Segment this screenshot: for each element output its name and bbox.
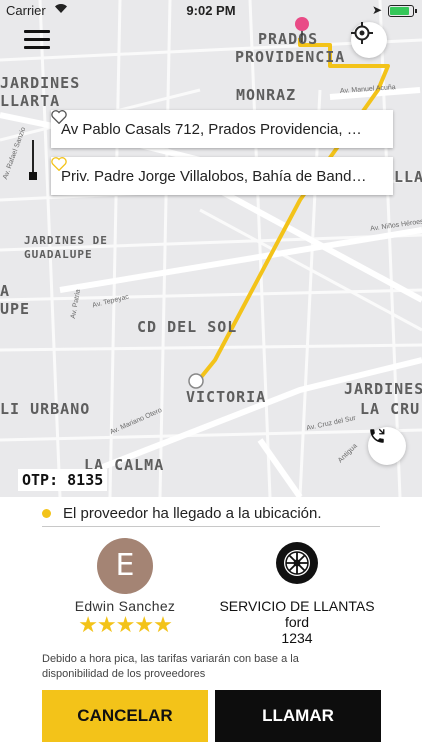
- map-label: LLARTA: [0, 92, 61, 110]
- map-label: LI URBANO: [0, 400, 91, 418]
- map-label: JARDINES: [344, 380, 422, 398]
- tire-icon: [276, 542, 318, 584]
- map-label: MONRAZ: [236, 86, 297, 104]
- trip-status-text: El proveedor ha llegado a la ubicación.: [63, 505, 322, 522]
- locate-button[interactable]: [351, 22, 387, 58]
- pickup-address-text: Av Pablo Casals 712, Prados Providencia,…: [61, 120, 383, 138]
- location-arrow-icon: ➤: [371, 3, 382, 17]
- trip-panel: El proveedor ha llegado a la ubicación. …: [0, 497, 422, 750]
- status-dot-icon: [42, 509, 51, 518]
- service-name: SERVICIO DE LLANTAS: [219, 598, 375, 614]
- service-card: SERVICIO DE LLANTAS ford 1234: [208, 541, 386, 646]
- otp-code: OTP: 8135: [18, 469, 108, 491]
- dropoff-address-field[interactable]: Priv. Padre Jorge Villalobos, Bahía de B…: [51, 157, 393, 195]
- map-label: UPE: [0, 300, 31, 318]
- map-view[interactable]: PRADOS PROVIDENCIA MONRAZ JARDINES LLART…: [0, 0, 422, 497]
- vehicle-number: 1234: [281, 630, 313, 646]
- vehicle-brand: ford: [284, 614, 310, 630]
- zoom-slider-handle[interactable]: [29, 172, 37, 180]
- map-label: JARDINES: [0, 74, 81, 92]
- provider-card: E Edwin Sanchez ★★★★★: [60, 538, 190, 638]
- clock: 9:02 PM: [186, 3, 236, 18]
- surge-notice: Debido a hora pica, las tarifas variarán…: [42, 653, 299, 680]
- map-label: CD DEL SOL: [137, 318, 238, 336]
- status-bar: Carrier 9:02 PM ➤: [0, 0, 422, 22]
- map-label: VICTORIA: [186, 388, 267, 406]
- rating-stars: ★★★★★: [78, 612, 173, 637]
- map-label: GUADALUPE: [24, 248, 93, 261]
- battery-level: [390, 7, 409, 15]
- hamburger-icon[interactable]: [24, 30, 50, 50]
- battery-icon: [388, 5, 417, 17]
- trip-status-row: El proveedor ha llegado a la ubicación.: [42, 501, 380, 527]
- cancel-button[interactable]: CANCELAR: [42, 690, 208, 742]
- avatar: E: [97, 538, 153, 594]
- heart-icon[interactable]: [51, 110, 67, 124]
- call-button[interactable]: [368, 427, 406, 465]
- map-label: LLA: [394, 168, 422, 186]
- map-label: A: [0, 282, 11, 300]
- phone-icon: [370, 428, 385, 443]
- call-provider-button[interactable]: LLAMAR: [215, 690, 381, 742]
- route-start-marker: [188, 373, 204, 389]
- heart-icon[interactable]: [51, 157, 67, 171]
- map-label: LA CRU: [360, 400, 421, 418]
- map-label: JARDINES DE: [24, 234, 108, 247]
- pickup-address-field[interactable]: Av Pablo Casals 712, Prados Providencia,…: [51, 110, 393, 148]
- map-label: PROVIDENCIA: [235, 48, 346, 66]
- crosshair-icon: [351, 22, 373, 44]
- zoom-slider[interactable]: [28, 140, 38, 180]
- dropoff-address-text: Priv. Padre Jorge Villalobos, Bahía de B…: [61, 167, 381, 185]
